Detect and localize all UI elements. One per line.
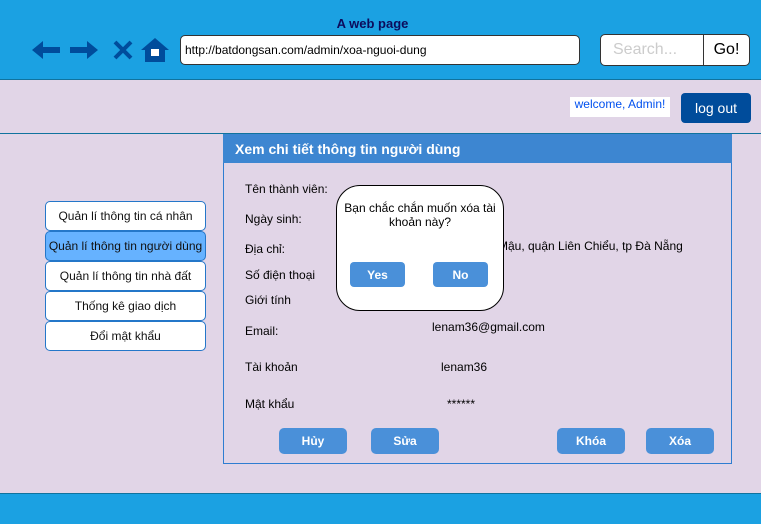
delete-button[interactable]: Xóa — [646, 428, 714, 454]
no-button[interactable]: No — [433, 262, 488, 287]
logout-button[interactable]: log out — [681, 93, 751, 123]
password-value: ****** — [447, 397, 476, 411]
delete-confirm-dialog: Bạn chắc chắn muốn xóa tài khoản này? Ye… — [336, 185, 504, 311]
address-value: Mậu, quận Liên Chiểu, tp Đà Nẵng — [498, 239, 683, 253]
username-label: Tên thành viên: — [245, 182, 328, 196]
url-input[interactable]: http://batdongsan.com/admin/xoa-nguoi-du… — [180, 35, 580, 65]
sidebar-item-transaction-stats[interactable]: Thống kê giao dịch — [45, 291, 206, 321]
dialog-message: Bạn chắc chắn muốn xóa tài khoản này? — [344, 201, 496, 229]
welcome-text: welcome, Admin! — [570, 97, 670, 117]
close-icon[interactable] — [112, 36, 134, 64]
address-label: Địa chỉ: — [245, 242, 286, 256]
sidebar-item-property-management[interactable]: Quản lí thông tin nhà đất — [45, 261, 206, 291]
search-input[interactable] — [601, 35, 704, 65]
dob-label: Ngày sinh: — [245, 212, 302, 226]
cancel-button[interactable]: Hủy — [279, 428, 347, 454]
back-icon[interactable] — [30, 36, 62, 64]
email-label: Email: — [245, 324, 279, 338]
sidebar-item-user-management[interactable]: Quản lí thông tin người dùng — [45, 231, 206, 261]
email-value: lenam36@gmail.com — [432, 320, 545, 334]
account-label: Tài khoản — [245, 360, 298, 374]
password-label: Mật khẩu — [245, 397, 295, 411]
sidebar-item-change-password[interactable]: Đổi mật khẩu — [45, 321, 206, 351]
page-title: A web page — [336, 16, 409, 31]
yes-button[interactable]: Yes — [350, 262, 405, 287]
edit-button[interactable]: Sửa — [371, 428, 439, 454]
forward-icon[interactable] — [68, 36, 100, 64]
gender-label: Giới tính — [245, 293, 291, 307]
go-button[interactable]: Go! — [704, 35, 749, 65]
sidebar-item-personal-info[interactable]: Quản lí thông tin cá nhân — [45, 201, 206, 231]
panel-title: Xem chi tiết thông tin người dùng — [223, 134, 732, 163]
home-icon[interactable] — [140, 36, 170, 64]
lock-button[interactable]: Khóa — [557, 428, 625, 454]
search-box: Go! — [600, 34, 750, 66]
phone-label: Số điện thoại — [245, 268, 316, 282]
footer-bar — [0, 493, 761, 524]
account-value: lenam36 — [441, 360, 488, 374]
